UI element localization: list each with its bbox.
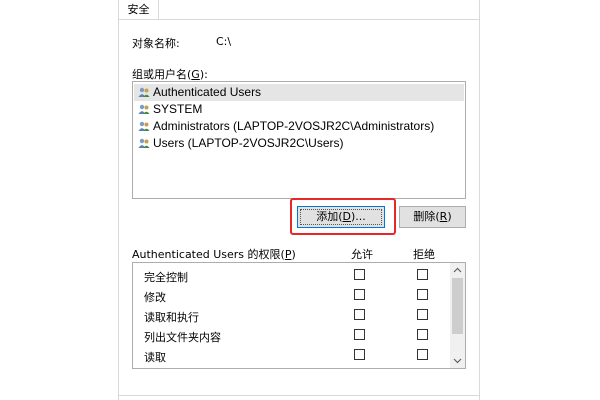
object-name-label: 对象名称: <box>132 37 180 50</box>
allow-checkbox[interactable] <box>354 309 365 320</box>
permission-name: 读取 <box>144 351 166 364</box>
permission-name: 完全控制 <box>144 271 188 284</box>
object-name-value: C:\ <box>216 35 232 48</box>
remove-button[interactable]: 删除(R) <box>399 206 466 228</box>
list-item-system[interactable]: SYSTEM <box>134 101 464 118</box>
list-item-label: Users (LAPTOP-2VOSJR2C\Users) <box>153 136 344 150</box>
scrollbar-thumb[interactable] <box>452 278 463 334</box>
permission-row-list-folder: 列出文件夹内容 <box>133 326 451 346</box>
list-item-label: SYSTEM <box>153 102 203 116</box>
permission-name: 列出文件夹内容 <box>144 331 221 344</box>
list-item-label: Administrators (LAPTOP-2VOSJR2C\Administ… <box>153 119 435 133</box>
tab-security[interactable]: 安全 <box>118 0 159 20</box>
allow-checkbox[interactable] <box>354 349 365 360</box>
group-list-label: 组或用户名(G): <box>132 68 208 81</box>
allow-checkbox[interactable] <box>354 329 365 340</box>
deny-checkbox[interactable] <box>417 349 428 360</box>
deny-checkbox[interactable] <box>417 329 428 340</box>
permissions-label: Authenticated Users 的权限(P) <box>132 248 296 261</box>
allow-checkbox[interactable] <box>354 269 365 280</box>
deny-checkbox[interactable] <box>417 309 428 320</box>
chevron-up-icon[interactable] <box>450 263 465 277</box>
list-item-label: Authenticated Users <box>153 85 262 99</box>
permissions-scrollbar[interactable] <box>450 263 465 368</box>
permission-row-full-control: 完全控制 <box>133 266 451 286</box>
allow-column-header: 允许 <box>351 248 373 261</box>
permission-name: 修改 <box>144 291 166 304</box>
window-bottom-border <box>118 395 480 396</box>
chevron-down-icon[interactable] <box>450 354 465 368</box>
window-right-border <box>479 0 480 400</box>
permission-row-partial <box>133 366 451 368</box>
permission-name: 读取和执行 <box>144 311 199 324</box>
tab-divider <box>159 19 479 20</box>
deny-checkbox[interactable] <box>417 269 428 280</box>
highlight-box <box>290 198 396 235</box>
users-icon <box>138 138 150 148</box>
permission-row-read-execute: 读取和执行 <box>133 306 451 326</box>
users-icon <box>138 87 150 97</box>
allow-checkbox[interactable] <box>354 289 365 300</box>
list-item-authenticated-users[interactable]: Authenticated Users <box>134 84 464 101</box>
list-item-administrators[interactable]: Administrators (LAPTOP-2VOSJR2C\Administ… <box>134 118 464 135</box>
list-item-users[interactable]: Users (LAPTOP-2VOSJR2C\Users) <box>134 135 464 152</box>
window-left-border <box>118 0 119 400</box>
users-icon <box>138 121 150 131</box>
deny-checkbox[interactable] <box>417 289 428 300</box>
permission-row-read: 读取 <box>133 346 451 366</box>
users-icon <box>138 104 150 114</box>
permission-row-modify: 修改 <box>133 286 451 306</box>
group-user-list[interactable]: Authenticated Users SYSTEM Administrator… <box>132 81 466 199</box>
deny-column-header: 拒绝 <box>413 248 435 261</box>
permissions-list[interactable]: 完全控制 修改 读取和执行 列出文件夹内容 读取 <box>132 262 466 369</box>
